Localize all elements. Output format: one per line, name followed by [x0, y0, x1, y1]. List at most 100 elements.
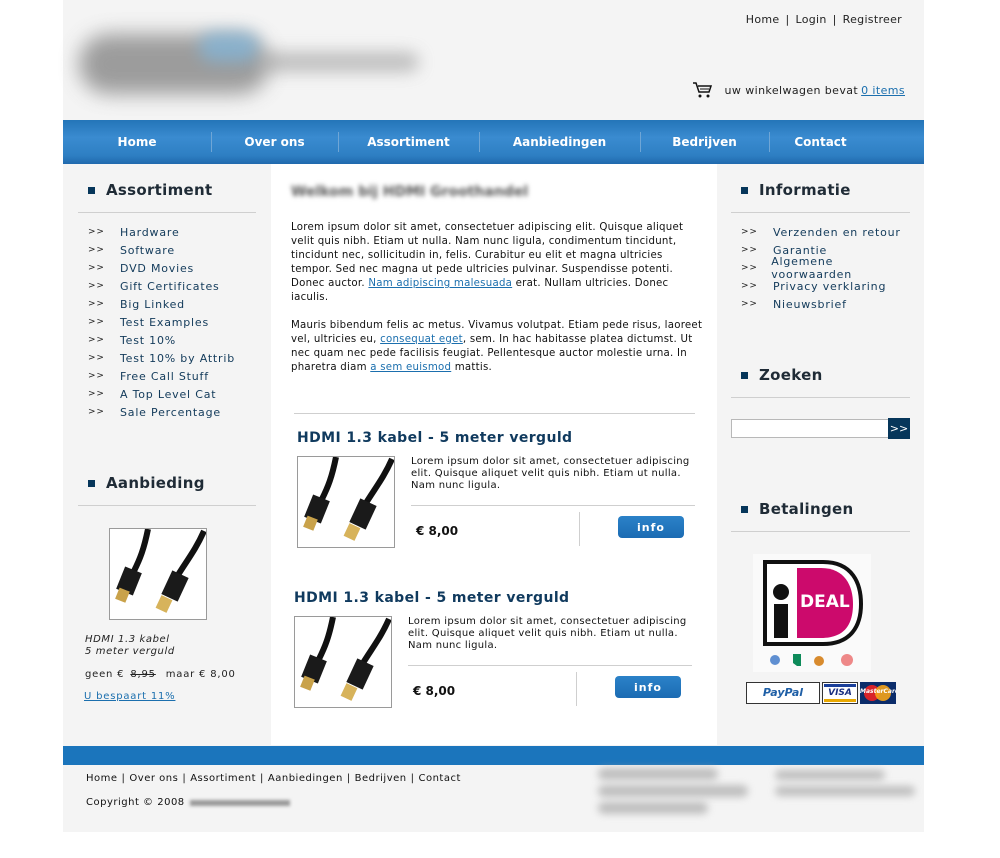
hdmi-cable-image — [115, 528, 207, 613]
top-link-login[interactable]: Login — [795, 13, 826, 26]
category-top-level-cat[interactable]: A Top Level Cat — [120, 388, 216, 401]
intro-link-3[interactable]: a sem euismod — [370, 362, 451, 373]
divider — [731, 531, 910, 532]
redacted-company-name — [189, 799, 290, 806]
category-item: >> A Top Level Cat — [78, 385, 256, 403]
top-links: Home | Login | Registreer — [745, 13, 902, 26]
double-arrow-icon: >> — [741, 281, 758, 291]
double-arrow-icon: >> — [88, 299, 105, 309]
nav-over-ons[interactable]: Over ons — [211, 120, 338, 164]
category-item: >> Test 10% — [78, 331, 256, 349]
category-test-10-attrib[interactable]: Test 10% by Attrib — [120, 352, 235, 365]
footer-link-contact[interactable]: Contact — [418, 773, 460, 784]
product-title[interactable]: HDMI 1.3 kabel - 5 meter verguld — [297, 430, 707, 446]
main-nav: Home Over ons Assortiment Aanbiedingen B… — [63, 120, 924, 164]
category-gift-certificates[interactable]: Gift Certificates — [120, 280, 220, 293]
divider — [731, 212, 910, 213]
info-link-privacy[interactable]: Privacy verklaring — [773, 280, 886, 293]
divider — [294, 413, 695, 414]
redacted-address — [598, 802, 708, 814]
product-card: HDMI 1.3 kabel - 5 meter verguld Lorem i… — [297, 430, 707, 548]
divider — [78, 505, 256, 506]
visa-logo: VISA — [822, 682, 858, 704]
cart-summary: uw winkelwagen bevat 0 items — [692, 82, 905, 98]
old-price: 8,95 — [130, 669, 156, 680]
info-item: >> Algemene voorwaarden — [731, 255, 910, 281]
redacted-contact — [775, 770, 885, 780]
category-big-linked[interactable]: Big Linked — [120, 298, 185, 311]
nav-bedrijven[interactable]: Bedrijven — [640, 120, 769, 164]
category-item: >> Test Examples — [78, 313, 256, 331]
category-dvd-movies[interactable]: DVD Movies — [120, 262, 194, 275]
nav-aanbiedingen[interactable]: Aanbiedingen — [479, 120, 640, 164]
intro-link-1[interactable]: Nam adipiscing malesuada — [368, 278, 512, 289]
top-link-register[interactable]: Registreer — [843, 13, 902, 26]
product-title[interactable]: HDMI 1.3 kabel - 5 meter verguld — [294, 590, 704, 606]
footer-link-home[interactable]: Home — [86, 773, 118, 784]
nav-home[interactable]: Home — [63, 120, 211, 164]
bullet-square-icon — [741, 371, 748, 379]
footer-link-assortiment[interactable]: Assortiment — [190, 773, 256, 784]
category-item: >> Big Linked — [78, 295, 256, 313]
bullet-square-icon — [88, 186, 95, 194]
double-arrow-icon: >> — [88, 335, 105, 345]
shopping-cart-icon[interactable] — [692, 82, 713, 98]
footer-link-aanbiedingen[interactable]: Aanbiedingen — [268, 773, 343, 784]
savings-link[interactable]: U bespaart 11% — [84, 691, 175, 702]
new-price: maar € 8,00 — [165, 669, 236, 680]
category-item: >> Sale Percentage — [78, 403, 256, 421]
category-hardware[interactable]: Hardware — [120, 226, 180, 239]
footer-link-bedrijven[interactable]: Bedrijven — [355, 773, 407, 784]
copyright: Copyright © 2008 — [86, 797, 290, 808]
info-item: >> Privacy verklaring — [731, 277, 910, 295]
assortiment-heading: Assortiment — [78, 181, 256, 199]
info-button[interactable]: info — [615, 676, 681, 698]
category-list: >> Hardware >> Software >> DVD Movies >> Gif… — [78, 223, 256, 421]
hdmi-cable-image — [300, 616, 392, 701]
category-test-examples[interactable]: Test Examples — [120, 316, 209, 329]
search-input[interactable] — [731, 419, 888, 438]
hdmi-cable-image — [303, 456, 395, 541]
top-link-home[interactable]: Home — [746, 13, 780, 26]
product-price: € 8,00 — [413, 684, 456, 698]
redacted-contact — [775, 786, 915, 796]
double-arrow-icon: >> — [741, 245, 758, 255]
info-link-nieuwsbrief[interactable]: Nieuwsbrief — [773, 298, 847, 311]
intro-text: Lorem ipsum dolor sit amet, consectetuer… — [291, 221, 705, 389]
search-submit-button[interactable]: >> — [888, 418, 910, 439]
product-image[interactable] — [294, 616, 392, 708]
category-free-call-stuff[interactable]: Free Call Stuff — [120, 370, 209, 383]
info-button[interactable]: info — [618, 516, 684, 538]
footer-bar — [63, 746, 924, 765]
info-link-verzenden[interactable]: Verzenden en retour — [773, 226, 901, 239]
footer-link-over-ons[interactable]: Over ons — [129, 773, 178, 784]
category-item: >> DVD Movies — [78, 259, 256, 277]
intro-link-2[interactable]: consequat eget — [380, 334, 463, 345]
cart-text: uw winkelwagen bevat — [724, 83, 859, 97]
nav-contact[interactable]: Contact — [769, 120, 872, 164]
category-sale-percentage[interactable]: Sale Percentage — [120, 406, 221, 419]
footer-links: Home | Over ons | Assortiment | Aanbiedingen | B… — [86, 773, 461, 784]
ideal-logo: DEAL — [753, 554, 871, 672]
mastercard-logo: MasterCard — [860, 682, 896, 704]
category-item: >> Gift Certificates — [78, 277, 256, 295]
intro-paragraph-1: Lorem ipsum dolor sit amet, consectetuer… — [291, 222, 684, 303]
product-image[interactable] — [297, 456, 395, 548]
category-test-10[interactable]: Test 10% — [120, 334, 176, 347]
site-logo[interactable] — [79, 22, 419, 102]
product-price: € 8,00 — [416, 524, 459, 538]
double-arrow-icon: >> — [88, 389, 105, 399]
main-content: Welkom bij HDMI Groothandel Lorem ipsum … — [271, 164, 717, 745]
offer-product-image[interactable] — [109, 528, 207, 620]
betalingen-heading: Betalingen — [731, 500, 910, 518]
category-software[interactable]: Software — [120, 244, 175, 257]
divider — [731, 397, 910, 398]
cart-items-link[interactable]: 0 items — [861, 84, 905, 97]
nav-assortiment[interactable]: Assortiment — [338, 120, 479, 164]
intro-paragraph-2: Mauris bibendum felis ac metus. Vivamus … — [291, 320, 703, 373]
info-link-voorwaarden[interactable]: Algemene voorwaarden — [771, 255, 910, 281]
search-form: >> — [731, 418, 910, 439]
offer-product-name: HDMI 1.3 kabel 5 meter verguld — [85, 634, 175, 657]
informatie-heading: Informatie — [731, 181, 910, 199]
paypal-logo: PayPal — [746, 682, 820, 704]
